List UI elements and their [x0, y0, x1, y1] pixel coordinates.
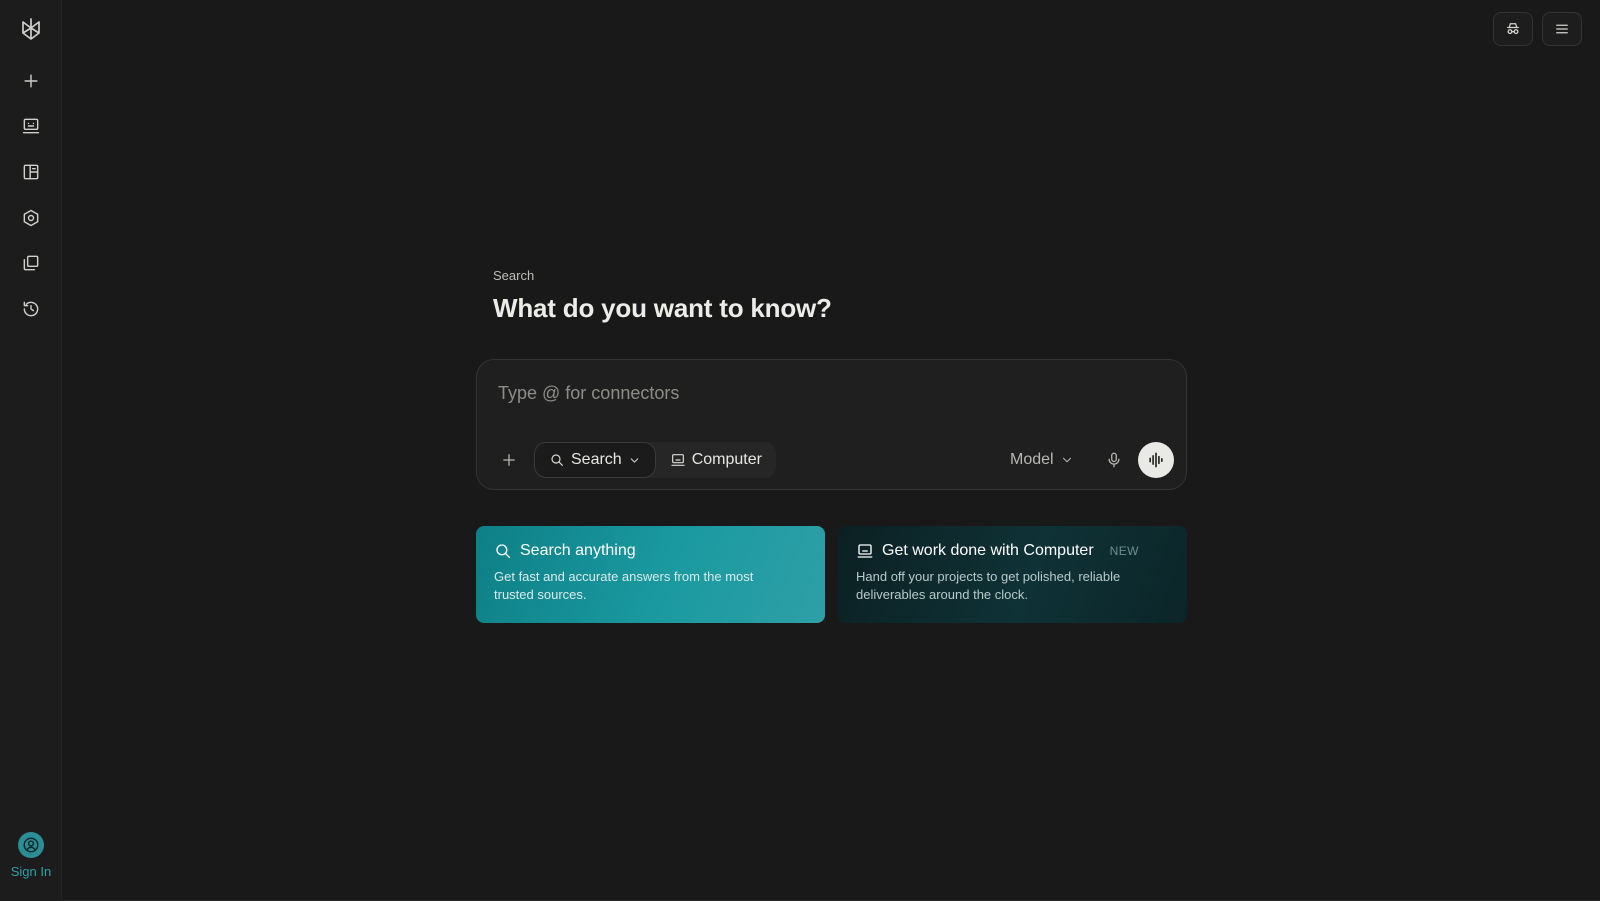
library-icon	[23, 164, 39, 180]
logo-icon[interactable]	[15, 13, 47, 45]
card-description: Get fast and accurate answers from the m…	[494, 569, 754, 602]
chevron-down-icon	[1062, 457, 1071, 463]
voice-mode-button[interactable]	[1138, 442, 1174, 478]
computer-icon	[671, 454, 685, 466]
avatar	[18, 832, 44, 858]
search-icon	[496, 544, 511, 559]
microphone-icon	[1108, 452, 1120, 468]
plus-icon	[24, 74, 38, 88]
computer-icon	[22, 118, 40, 134]
sign-in-button[interactable]: Sign In	[0, 832, 62, 879]
new-badge: NEW	[1109, 544, 1139, 558]
mode-computer-button[interactable]: Computer	[656, 442, 776, 478]
incognito-icon	[1507, 23, 1519, 35]
card-description: Hand off your projects to get polished, …	[856, 569, 1121, 602]
app-window: Sign In Search What do you want to know?…	[0, 0, 1600, 901]
sidebar-item-discover[interactable]	[15, 202, 47, 234]
incognito-button[interactable]	[1493, 12, 1533, 46]
composer: Search Computer Model	[476, 359, 1187, 490]
waveform-icon	[1149, 452, 1163, 468]
search-icon	[551, 454, 563, 466]
sign-in-label: Sign In	[10, 864, 52, 879]
mode-computer-label: Computer	[691, 451, 762, 468]
model-label: Model	[1010, 451, 1054, 468]
spaces-icon	[23, 255, 39, 271]
page-title: What do you want to know?	[493, 293, 832, 323]
card-title: Get work done with Computer	[882, 542, 1094, 559]
mode-selector: Search Computer	[534, 442, 776, 478]
dictation-button[interactable]	[1099, 444, 1129, 476]
attach-button[interactable]	[494, 445, 524, 475]
section-label: Search	[493, 268, 535, 283]
sidebar: Sign In	[0, 0, 62, 901]
model-selector[interactable]: Model	[1010, 442, 1074, 478]
history-icon	[23, 301, 39, 317]
sidebar-item-spaces[interactable]	[15, 247, 47, 279]
menu-button[interactable]	[1542, 12, 1582, 46]
computer-card[interactable]: Get work done with Computer NEW Hand off…	[838, 526, 1187, 623]
card-title: Search anything	[520, 542, 636, 559]
user-icon	[23, 837, 39, 853]
discover-icon	[23, 209, 39, 227]
computer-icon	[857, 544, 873, 558]
mode-search-label: Search	[571, 451, 622, 468]
query-input[interactable]	[498, 380, 1158, 406]
sidebar-item-history[interactable]	[15, 293, 47, 325]
chevron-down-icon	[630, 457, 638, 463]
mode-search-button[interactable]: Search	[534, 442, 656, 478]
plus-icon	[503, 454, 515, 466]
menu-icon	[1556, 24, 1568, 34]
search-anything-card[interactable]: Search anything Get fast and accurate an…	[476, 526, 825, 623]
sidebar-item-computer[interactable]	[15, 110, 47, 142]
new-thread-button[interactable]	[15, 65, 47, 97]
sidebar-item-library[interactable]	[15, 156, 47, 188]
